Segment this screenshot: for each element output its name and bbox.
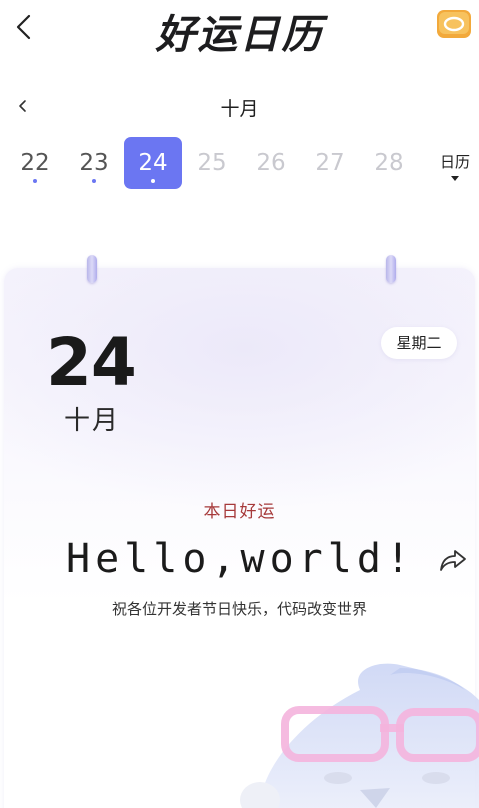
blessing-text: 祝各位开发者节日快乐，代码改变世界 <box>111 600 367 618</box>
day-item[interactable]: 23 <box>65 137 123 189</box>
mascot-illustration <box>240 663 479 808</box>
page-title: 好运日历 <box>155 12 324 58</box>
day-number: 23 <box>79 150 109 176</box>
month-label: 十月 <box>220 98 259 120</box>
day-strip: 22 23 24 25 26 27 28 日历 <box>6 137 476 191</box>
coin-icon[interactable] <box>436 8 472 40</box>
day-item-selected[interactable]: 24 <box>124 137 182 189</box>
binder-ring-right <box>386 255 396 283</box>
caret-down-icon <box>451 176 459 181</box>
event-dot <box>33 179 37 183</box>
day-item[interactable]: 22 <box>6 137 64 189</box>
day-number: 22 <box>20 150 50 176</box>
day-number: 27 <box>315 150 345 176</box>
top-bar: 好运日历 <box>0 0 479 58</box>
day-number: 26 <box>256 150 286 176</box>
binder-ring-left <box>87 255 97 283</box>
day-item[interactable]: 27 <box>301 137 359 189</box>
calendar-toggle-button[interactable]: 日历 <box>434 151 476 181</box>
event-dot <box>151 179 155 183</box>
day-number: 24 <box>138 150 168 176</box>
month-nav: 十月 <box>0 90 479 122</box>
day-item[interactable]: 26 <box>242 137 300 189</box>
day-number: 28 <box>374 150 404 176</box>
card-month: 十月 <box>64 406 121 436</box>
share-icon[interactable] <box>437 544 469 576</box>
day-item[interactable]: 28 <box>360 137 418 189</box>
event-dot <box>92 179 96 183</box>
lucky-label: 本日好运 <box>203 502 276 522</box>
day-number: 25 <box>197 150 227 176</box>
weekday-badge: 星期二 <box>381 327 457 359</box>
lucky-text: Hello,world! <box>66 536 415 582</box>
calendar-toggle-label: 日历 <box>439 153 470 171</box>
card-day-number: 24 <box>46 324 137 401</box>
day-item[interactable]: 25 <box>183 137 241 189</box>
